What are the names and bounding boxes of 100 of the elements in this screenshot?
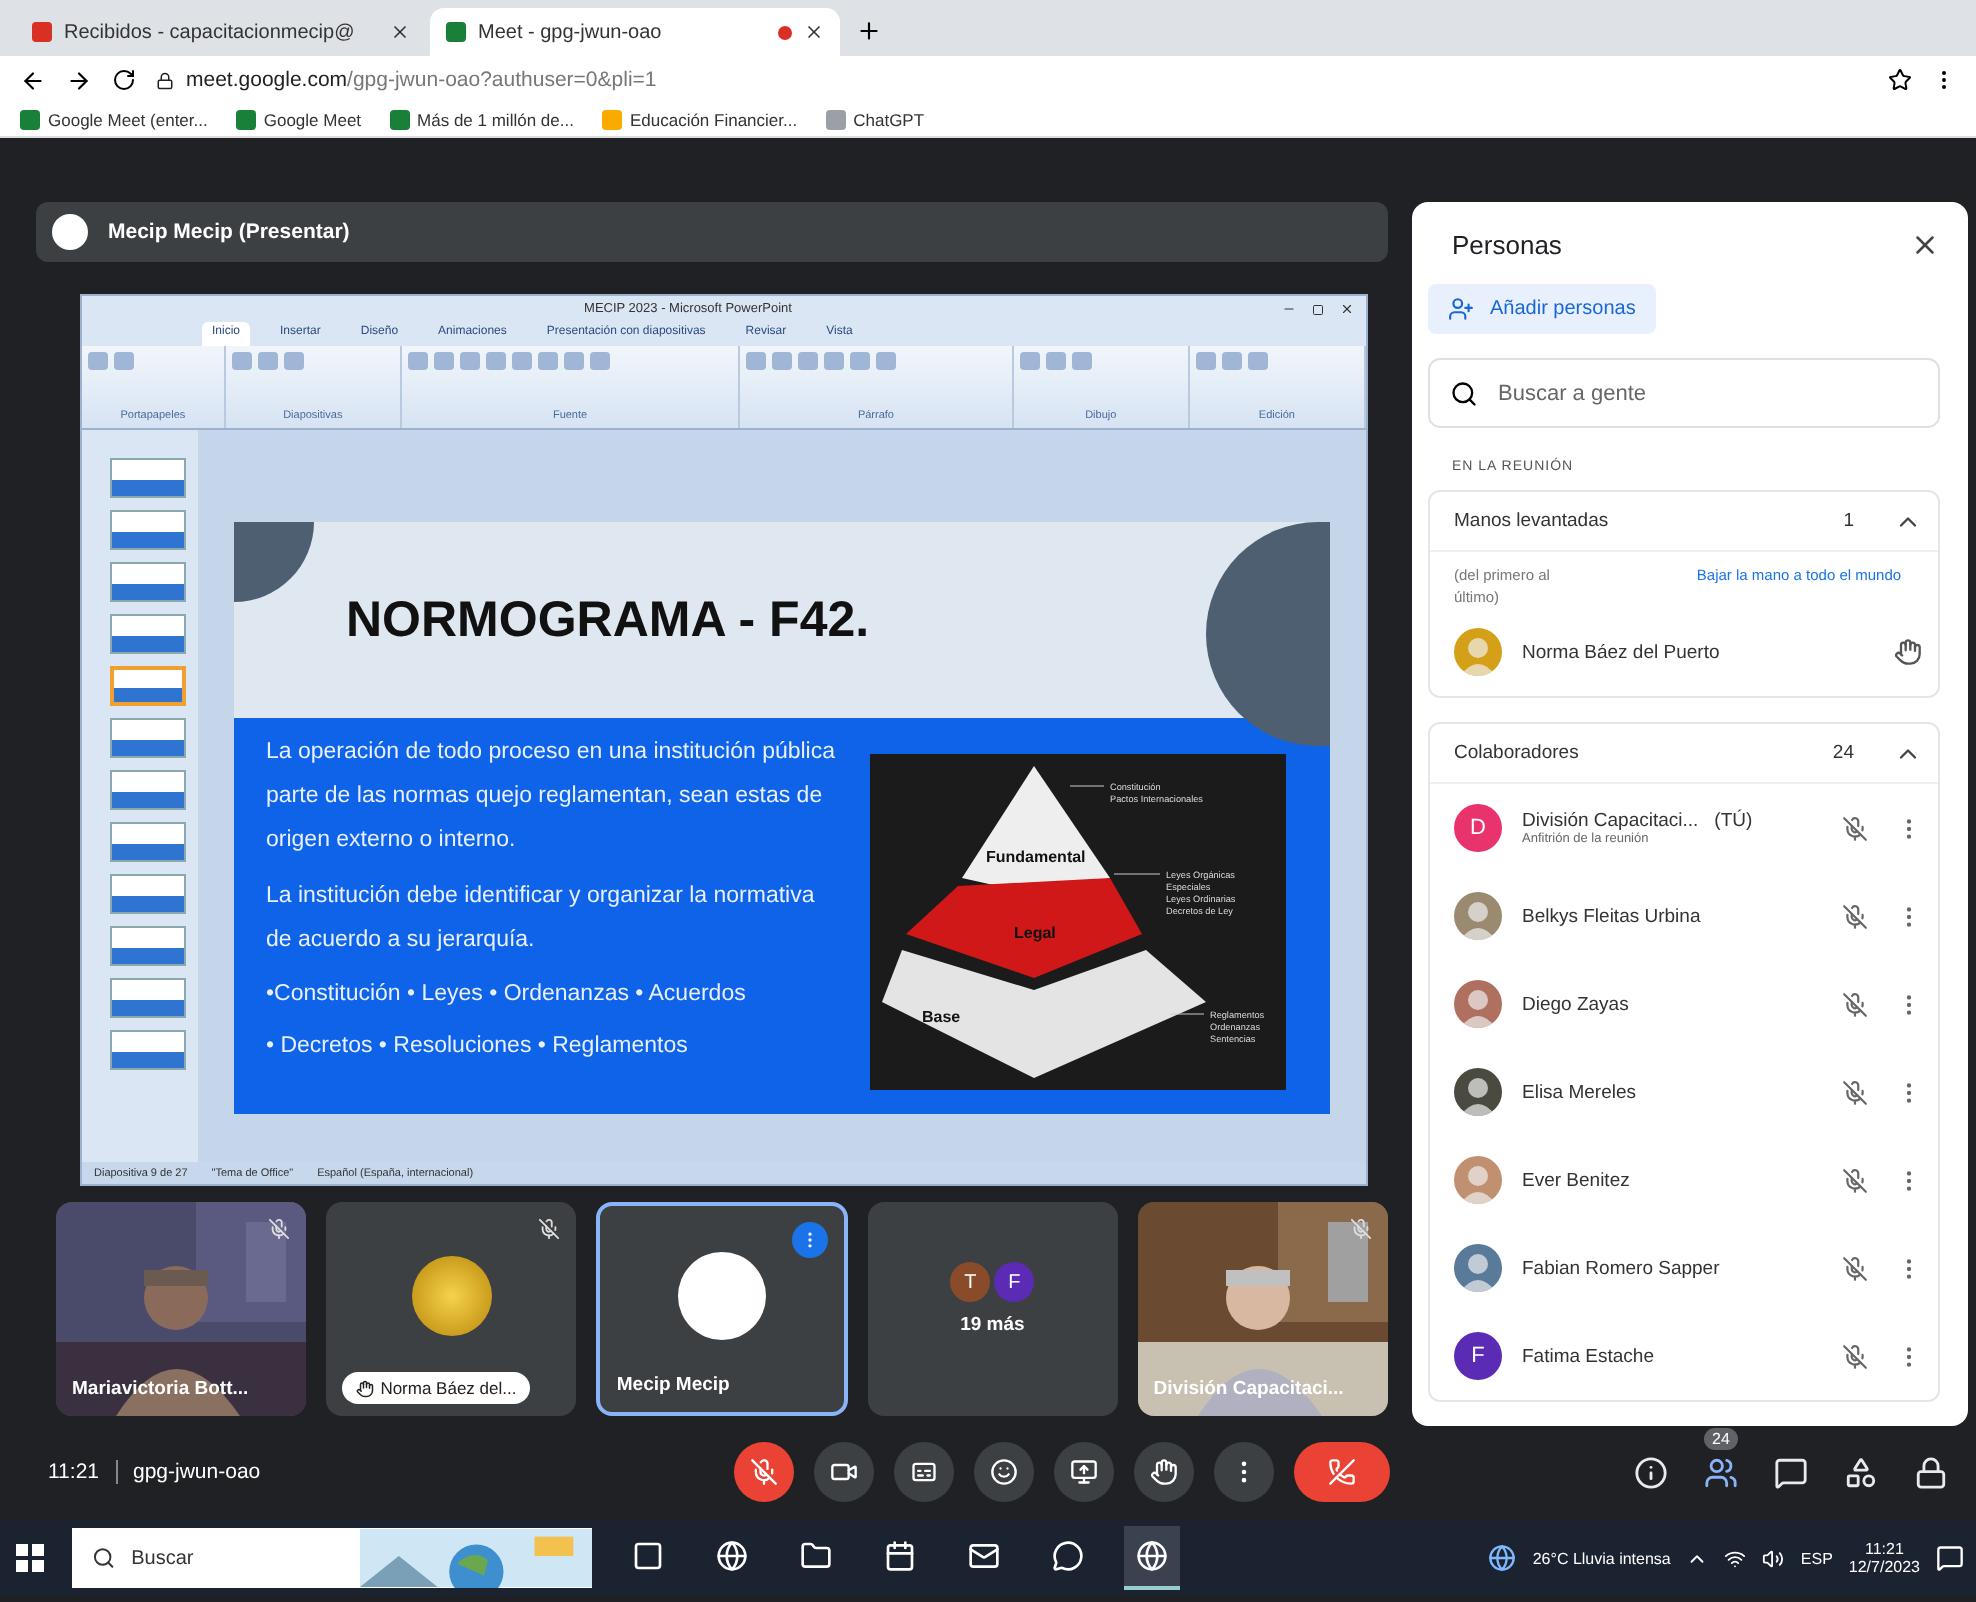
notification-icon[interactable] xyxy=(1936,1544,1964,1572)
lock-icon xyxy=(156,71,174,89)
tab-title: Recibidos - capacitacionmecip@ xyxy=(64,21,357,43)
pyramid-label: Base xyxy=(922,1008,961,1026)
logo-icon xyxy=(52,214,88,250)
info-button[interactable] xyxy=(1634,1455,1668,1489)
avatar-icon: F xyxy=(994,1262,1035,1302)
participant-row[interactable]: Ever Benitez xyxy=(1430,1136,1938,1224)
new-tab-icon[interactable] xyxy=(856,18,882,44)
taskbar-search-box[interactable]: Buscar xyxy=(72,1528,592,1588)
back-icon[interactable] xyxy=(20,67,46,93)
shapes-button[interactable] xyxy=(1844,1455,1878,1489)
phone-icon xyxy=(1327,1458,1355,1486)
slide-thumbnail[interactable] xyxy=(110,458,186,498)
leave-call-button[interactable] xyxy=(1293,1442,1389,1502)
participant-name: Mecip Mecip xyxy=(616,1374,730,1396)
mic-button[interactable] xyxy=(733,1442,793,1502)
people-icon xyxy=(1704,1455,1738,1489)
camera-icon xyxy=(829,1458,857,1486)
bookmark-link[interactable]: Más de 1 millón de... xyxy=(389,110,574,130)
close-icon[interactable] xyxy=(390,22,410,42)
participant-row[interactable]: Fabian Romero Sapper xyxy=(1430,1224,1938,1312)
present-button[interactable] xyxy=(1053,1442,1113,1502)
slide-thumbnail[interactable] xyxy=(110,666,186,706)
participant-name: Mariavictoria Bott... xyxy=(72,1378,249,1400)
sheet-icon xyxy=(389,110,410,130)
bookmark-icon[interactable] xyxy=(1888,68,1912,92)
meeting-code: gpg-jwun-oao xyxy=(133,1460,263,1484)
emoji-button[interactable] xyxy=(973,1442,1033,1502)
participant-row[interactable]: F Fatima Estache xyxy=(1430,1312,1938,1400)
slide-thumbnail[interactable] xyxy=(110,510,186,550)
hand-icon xyxy=(1894,638,1922,666)
video-tile[interactable]: T F 19 más xyxy=(867,1202,1118,1416)
mic-off-icon xyxy=(1842,903,1868,929)
meet-icon xyxy=(20,110,40,130)
captions-button[interactable] xyxy=(893,1442,953,1502)
present-icon xyxy=(1069,1458,1097,1486)
bookmark-link[interactable]: Google Meet xyxy=(235,110,362,130)
volume-icon xyxy=(1762,1547,1785,1569)
page-icon xyxy=(825,110,846,130)
bookmark-link[interactable]: ChatGPT xyxy=(825,110,925,130)
browser-icon xyxy=(716,1540,748,1572)
camera-button[interactable] xyxy=(813,1442,873,1502)
participant-name: Norma Báez del... xyxy=(342,1372,531,1404)
close-icon[interactable] xyxy=(804,22,824,42)
participant-row[interactable]: Elisa Mereles xyxy=(1430,1048,1938,1136)
you-label: (TÚ) xyxy=(1714,810,1753,832)
add-person-icon xyxy=(1448,296,1474,322)
browser-tab[interactable]: Recibidos - capacitacionmecip@ xyxy=(16,8,426,56)
slide-thumbnail[interactable] xyxy=(110,718,186,758)
close-icon[interactable] xyxy=(1340,302,1354,316)
add-people-button[interactable]: Añadir personas xyxy=(1428,284,1656,334)
bookmark-link[interactable]: Google Meet (enter... xyxy=(20,110,208,130)
browser-tab[interactable]: Meet - gpg-jwun-oao xyxy=(430,8,840,56)
taskbar-app[interactable] xyxy=(1124,1526,1180,1590)
mic-off-icon xyxy=(1842,991,1868,1017)
search-box[interactable]: Buscar a gente xyxy=(1428,358,1940,428)
mail-icon xyxy=(32,22,52,42)
chat-button[interactable] xyxy=(1774,1455,1808,1489)
panel-title: Personas xyxy=(1452,230,1562,260)
avatar-icon: D xyxy=(1454,804,1502,852)
close-button[interactable] xyxy=(1910,230,1940,260)
video-tile[interactable]: Mecip Mecip xyxy=(596,1202,848,1416)
logo-icon xyxy=(677,1251,766,1339)
windows-icon[interactable] xyxy=(16,1544,44,1572)
shapes-icon xyxy=(1844,1455,1878,1489)
more-options-button[interactable] xyxy=(791,1222,828,1258)
slide-thumbnail[interactable] xyxy=(110,874,186,914)
mic-off-icon xyxy=(749,1458,777,1486)
slide-paragraph: La institución debe identificar y organizar la normativa de acuerdo a su jerarquía. xyxy=(266,882,817,956)
captions-icon xyxy=(909,1458,937,1486)
participant-name: Diego Zayas xyxy=(1522,993,1629,1015)
reload-icon[interactable] xyxy=(112,68,136,92)
slide-bullets: • Decretos • Resoluciones • Reglamentos xyxy=(266,1032,690,1062)
slide-thumbnail[interactable] xyxy=(110,978,186,1018)
bookmark-link[interactable]: Educación Financier... xyxy=(601,110,798,130)
slide-thumbnail[interactable] xyxy=(110,614,186,654)
mic-off-icon xyxy=(1842,815,1868,841)
participant-name: Fabian Romero Sapper xyxy=(1522,1257,1720,1279)
minimize-icon[interactable] xyxy=(1282,302,1296,316)
video-tile[interactable]: Norma Báez del... xyxy=(326,1202,577,1416)
forward-icon[interactable] xyxy=(66,67,92,93)
slide-thumbnail[interactable] xyxy=(110,770,186,810)
slide-thumbnail[interactable] xyxy=(110,562,186,602)
slide-thumbnail[interactable] xyxy=(110,1030,186,1070)
slide-thumbnail[interactable] xyxy=(110,926,186,966)
participant-name: División Capacitaci... xyxy=(1522,810,1699,832)
slide-thumbnail[interactable] xyxy=(110,822,186,862)
raise-hand-button[interactable] xyxy=(1133,1442,1193,1502)
maximize-icon[interactable] xyxy=(1312,303,1324,315)
lock-button[interactable] xyxy=(1914,1455,1948,1489)
close-icon xyxy=(1910,230,1940,260)
hand-icon xyxy=(1149,1458,1177,1486)
participant-name: Belkys Fleitas Urbina xyxy=(1522,905,1701,927)
video-tile[interactable]: Mariavictoria Bott... xyxy=(56,1202,307,1416)
participant-row[interactable]: Belkys Fleitas Urbina xyxy=(1430,872,1938,960)
meet-icon xyxy=(235,110,256,130)
participant-row[interactable]: Diego Zayas xyxy=(1430,960,1938,1048)
participant-row[interactable]: Norma Báez del Puerto xyxy=(1430,608,1938,696)
mic-off-icon xyxy=(1842,1167,1868,1193)
